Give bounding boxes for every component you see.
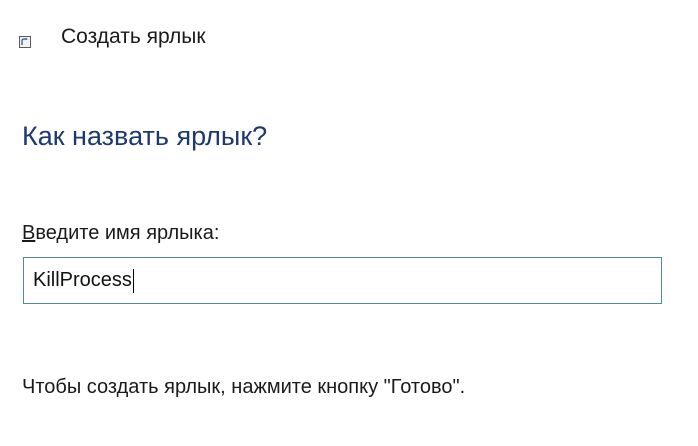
window-title: Создать ярлык [61,25,206,48]
finish-hint: Чтобы создать ярлык, нажмите кнопку "Гот… [22,376,466,398]
shortcut-name-input[interactable]: KillProcess [23,257,662,304]
access-key-letter: В [22,222,36,244]
shortcut-icon [19,36,31,48]
shortcut-name-label: Введите имя ярлыка: [22,220,219,246]
shortcut-name-value: KillProcess [33,269,132,291]
page-heading: Как назвать ярлык? [22,121,268,151]
title-bar: Создать ярлык [0,0,698,72]
shortcut-name-label-text: ведите имя ярлыка: [35,222,220,244]
text-caret [132,268,134,293]
